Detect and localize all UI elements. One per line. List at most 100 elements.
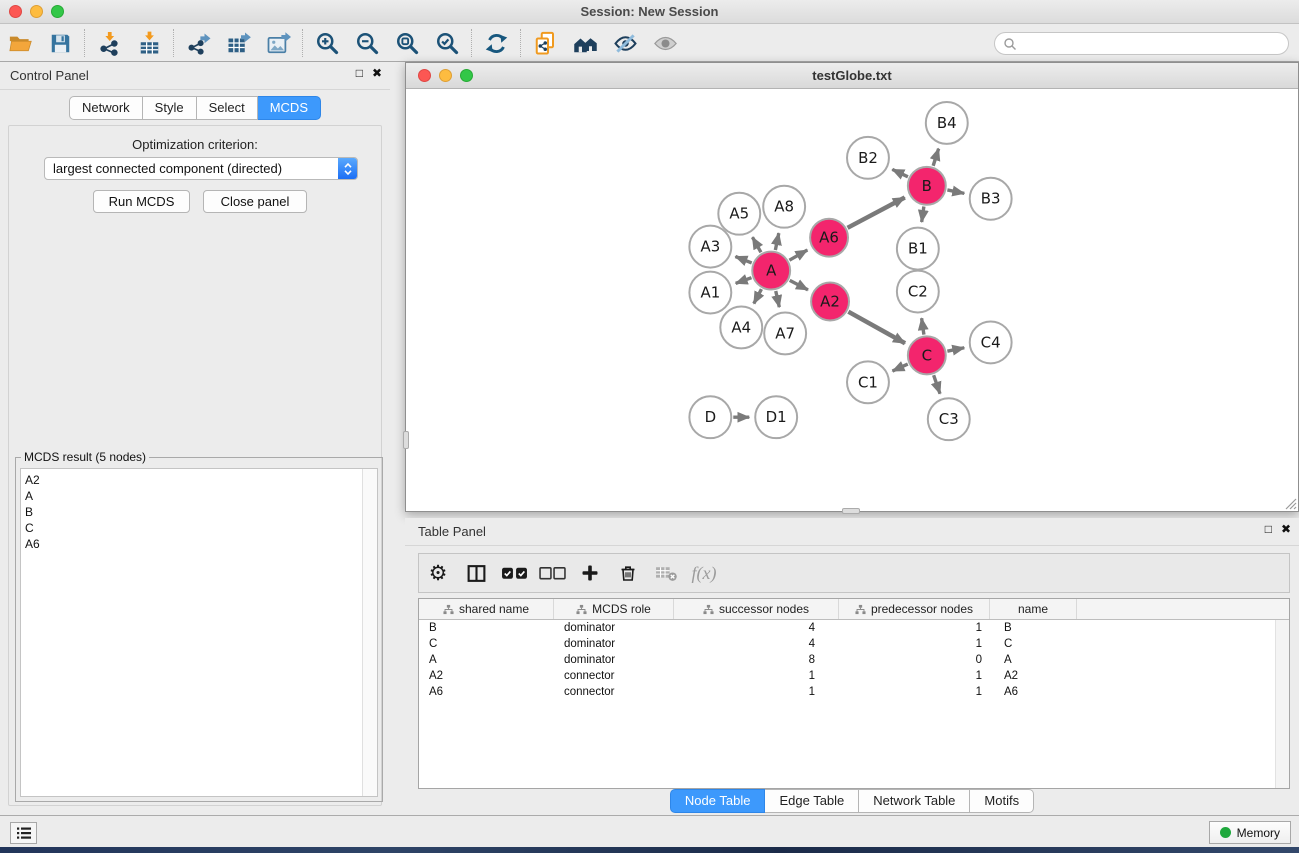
table-row[interactable]: Adominator80A: [419, 652, 1289, 668]
graph-node-B[interactable]: B: [908, 167, 946, 205]
float-panel-icon[interactable]: □: [356, 67, 363, 79]
graph-node-B4[interactable]: B4: [926, 102, 968, 144]
delete-table-icon[interactable]: [647, 556, 685, 590]
result-list-item[interactable]: A: [25, 488, 362, 504]
result-list-item[interactable]: A6: [25, 536, 362, 552]
graph-node-B2[interactable]: B2: [847, 137, 889, 179]
table-row[interactable]: A6connector11A6: [419, 684, 1289, 700]
result-list-item[interactable]: A2: [25, 472, 362, 488]
task-history-button[interactable]: [10, 822, 37, 844]
graph-node-B3[interactable]: B3: [970, 178, 1012, 220]
graph-edge-C-C2[interactable]: [922, 318, 924, 334]
table-scrollbar[interactable]: [1275, 620, 1289, 788]
graph-node-C4[interactable]: C4: [970, 321, 1012, 363]
graph-edge-A-A1[interactable]: [736, 278, 752, 284]
result-list-item[interactable]: B: [25, 504, 362, 520]
graph-node-A2[interactable]: A2: [811, 283, 849, 321]
close-panel-button[interactable]: Close panel: [203, 190, 307, 213]
graph-node-B1[interactable]: B1: [897, 228, 939, 270]
graph-edge-A-A6[interactable]: [789, 250, 807, 260]
zoom-in-icon[interactable]: [307, 27, 347, 59]
show-details-icon[interactable]: [645, 27, 685, 59]
zoom-selected-icon[interactable]: [427, 27, 467, 59]
hide-details-icon[interactable]: [605, 27, 645, 59]
table-tab-motifs[interactable]: Motifs: [970, 789, 1034, 813]
export-image-icon[interactable]: [258, 27, 298, 59]
graph-node-C2[interactable]: C2: [897, 271, 939, 313]
bottom-splitter-handle[interactable]: [842, 508, 860, 514]
network-window-title-bar[interactable]: testGlobe.txt: [406, 63, 1298, 89]
column-header-predecessor-nodes[interactable]: predecessor nodes: [839, 599, 990, 619]
tab-network[interactable]: Network: [69, 96, 143, 120]
table-settings-icon[interactable]: ⚙: [419, 556, 457, 590]
search-field[interactable]: [994, 32, 1289, 55]
graph-edge-A2-C[interactable]: [848, 312, 905, 344]
graph-node-A3[interactable]: A3: [689, 226, 731, 268]
graph-edge-B-B3[interactable]: [947, 190, 964, 193]
graph-node-A8[interactable]: A8: [763, 186, 805, 228]
graph-edge-B-B1[interactable]: [922, 207, 924, 222]
graph-node-D1[interactable]: D1: [755, 396, 797, 438]
graph-node-C[interactable]: C: [908, 336, 946, 374]
graph-edge-A-A4[interactable]: [754, 289, 762, 303]
window-resize-grip[interactable]: [1283, 496, 1297, 510]
table-tab-node-table[interactable]: Node Table: [670, 789, 766, 813]
export-network-icon[interactable]: [178, 27, 218, 59]
duplicate-network-icon[interactable]: [525, 27, 565, 59]
zoom-fit-icon[interactable]: [387, 27, 427, 59]
graph-edge-A-A3[interactable]: [735, 256, 751, 262]
run-mcds-button[interactable]: Run MCDS: [93, 190, 190, 213]
graph-edge-C-C4[interactable]: [947, 348, 964, 351]
graph-node-C3[interactable]: C3: [928, 398, 970, 440]
column-header-shared-name[interactable]: shared name: [419, 599, 554, 619]
export-table-icon[interactable]: [218, 27, 258, 59]
graph-edge-A6-B[interactable]: [848, 197, 905, 227]
graph-edge-C-C3[interactable]: [934, 375, 940, 394]
function-builder-icon[interactable]: f(x): [685, 556, 723, 590]
memory-button[interactable]: Memory: [1209, 821, 1291, 844]
float-table-panel-icon[interactable]: □: [1265, 523, 1272, 535]
column-header-successor-nodes[interactable]: successor nodes: [674, 599, 839, 619]
graph-edge-A-A2[interactable]: [790, 280, 808, 290]
graph-edge-A-A7[interactable]: [776, 291, 780, 307]
refresh-icon[interactable]: [476, 27, 516, 59]
graph-node-C1[interactable]: C1: [847, 361, 889, 403]
search-input[interactable]: [1017, 37, 1288, 51]
tab-mcds[interactable]: MCDS: [258, 96, 321, 120]
table-tab-network-table[interactable]: Network Table: [859, 789, 970, 813]
app-title-bar[interactable]: Session: New Session: [0, 0, 1299, 24]
column-visibility-icon[interactable]: [457, 556, 495, 590]
result-list-scrollbar[interactable]: [362, 469, 377, 796]
table-row[interactable]: Cdominator41C: [419, 636, 1289, 652]
tab-style[interactable]: Style: [143, 96, 197, 120]
zoom-out-icon[interactable]: [347, 27, 387, 59]
graph-edge-A-A8[interactable]: [775, 233, 778, 250]
table-row[interactable]: A2connector11A2: [419, 668, 1289, 684]
open-file-icon[interactable]: [0, 27, 40, 59]
graph-node-A1[interactable]: A1: [689, 272, 731, 314]
home-icon[interactable]: [565, 27, 605, 59]
create-column-icon[interactable]: [571, 556, 609, 590]
import-network-icon[interactable]: [89, 27, 129, 59]
graph-node-A7[interactable]: A7: [764, 312, 806, 354]
graph-edge-B-B2[interactable]: [892, 169, 908, 176]
close-panel-icon[interactable]: ✖: [372, 67, 382, 79]
graph-edge-A-A5[interactable]: [752, 237, 760, 252]
graph-edge-B-B4[interactable]: [933, 149, 938, 166]
column-header-name[interactable]: name: [990, 599, 1077, 619]
save-session-icon[interactable]: [40, 27, 80, 59]
graph-node-A[interactable]: A: [752, 252, 790, 290]
graph-edge-C-C1[interactable]: [892, 364, 907, 371]
table-row[interactable]: Bdominator41B: [419, 620, 1289, 636]
criterion-dropdown[interactable]: largest connected component (directed): [44, 157, 358, 180]
select-all-rows-icon[interactable]: [495, 556, 533, 590]
graph-node-A5[interactable]: A5: [718, 193, 760, 235]
table-tab-edge-table[interactable]: Edge Table: [765, 789, 859, 813]
column-header-mcds-role[interactable]: MCDS role: [554, 599, 674, 619]
import-table-icon[interactable]: [129, 27, 169, 59]
left-splitter-handle[interactable]: [403, 431, 409, 449]
result-list-item[interactable]: C: [25, 520, 362, 536]
graph-node-A6[interactable]: A6: [810, 219, 848, 257]
close-table-panel-icon[interactable]: ✖: [1281, 523, 1291, 535]
graph-node-D[interactable]: D: [689, 396, 731, 438]
